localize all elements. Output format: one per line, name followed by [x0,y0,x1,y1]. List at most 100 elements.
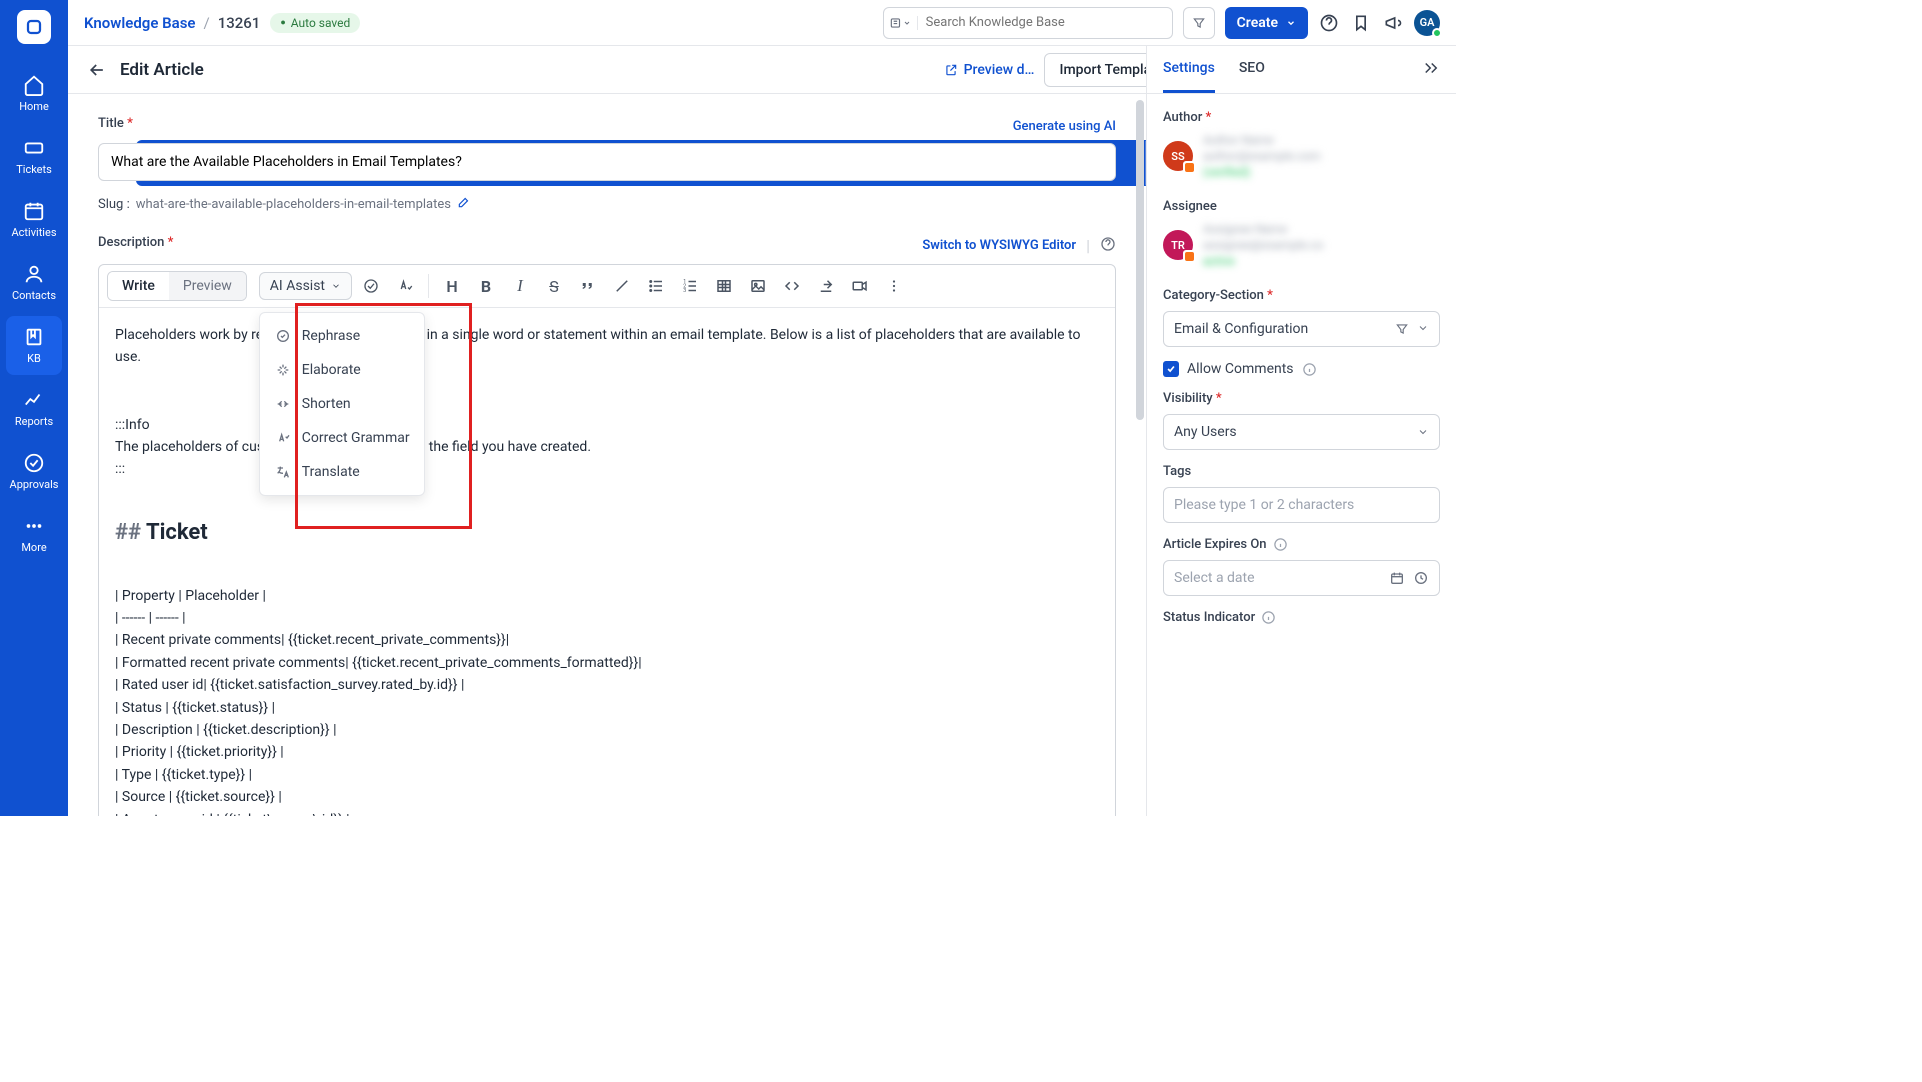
title-label: Title * [98,116,133,131]
tab-settings[interactable]: Settings [1163,46,1215,93]
italic-icon[interactable]: I [505,271,535,301]
chevron-down-icon [331,281,341,291]
search-input[interactable] [918,15,1172,30]
author-label: Author * [1163,110,1440,125]
indent-icon[interactable] [811,271,841,301]
grammar-icon [274,429,292,447]
check-circle-icon [23,452,45,474]
ai-correct[interactable]: Correct Grammar [260,421,424,455]
create-button[interactable]: Create [1225,7,1308,39]
author-row[interactable]: SS Author Nameauthor@example.com(verifie… [1163,133,1440,179]
editor-content[interactable]: Placeholders work by referencing a data … [99,308,1115,816]
hr-icon[interactable] [607,271,637,301]
image-icon[interactable] [743,271,773,301]
nav-approvals[interactable]: Approvals [6,442,62,501]
ticket-icon [23,137,45,159]
right-tabs: Settings SEO [1147,46,1456,94]
nav-contacts[interactable]: Contacts [6,253,62,312]
info-icon[interactable] [1302,362,1317,377]
ai-elaborate[interactable]: Elaborate [260,353,424,387]
shorten-icon [274,395,292,413]
allow-comments-checkbox[interactable]: Allow Comments [1163,361,1440,377]
more-toolbar-icon[interactable] [879,271,909,301]
person-icon [23,263,45,285]
check-icon [1166,364,1176,374]
category-label: Category-Section * [1163,288,1440,303]
external-link-icon [944,63,958,77]
breadcrumb-root[interactable]: Knowledge Base [84,14,195,32]
video-icon[interactable] [845,271,875,301]
help-icon[interactable] [1318,12,1340,34]
nav-tickets[interactable]: Tickets [6,127,62,186]
search-prefix-icon[interactable] [884,16,918,30]
quote-icon[interactable] [573,271,603,301]
clock-icon [1413,570,1429,586]
ol-icon[interactable]: 123 [675,271,705,301]
tab-seo[interactable]: SEO [1239,46,1265,93]
app-logo[interactable] [17,10,51,44]
chart-icon [23,389,45,411]
ai-rephrase[interactable]: Rephrase [260,319,424,353]
calendar-icon [1389,570,1405,586]
calendar-icon [23,200,45,222]
visibility-select[interactable]: Any Users [1163,414,1440,450]
right-panel: Settings SEO Author * SS Author Nameauth… [1146,46,1456,816]
switch-editor-link[interactable]: Switch to WYSIWYG Editor [922,238,1076,253]
info-icon[interactable] [1261,610,1276,625]
category-select[interactable]: Email & Configuration [1163,311,1440,347]
user-avatar[interactable]: GA [1414,10,1440,36]
nav-home[interactable]: Home [6,64,62,123]
edit-slug-icon[interactable] [457,195,471,213]
toolbar-check-icon[interactable] [356,271,386,301]
ai-shorten[interactable]: Shorten [260,387,424,421]
filter-icon [1192,16,1206,30]
chevron-down-icon [1417,426,1429,438]
generate-ai-link[interactable]: Generate using AI [1013,119,1116,134]
tags-input[interactable]: Please type 1 or 2 characters [1163,487,1440,523]
heading-icon[interactable]: H [437,271,467,301]
main-content: Title * Generate using AI Slug : what-ar… [68,94,1146,816]
help-desc-icon[interactable] [1100,236,1116,256]
assignee-row[interactable]: TR Assignee Nameassignee@example.coactiv… [1163,222,1440,268]
title-input[interactable] [98,143,1116,181]
expand-panel-icon[interactable] [1422,59,1440,81]
ai-assist-button[interactable]: AI Assist [259,272,352,300]
breadcrumb-id: 13261 [218,14,261,32]
ul-icon[interactable] [641,271,671,301]
auto-saved-badge: Auto saved [270,13,360,33]
search-box[interactable] [883,7,1173,39]
ai-translate[interactable]: Translate [260,455,424,489]
expires-label: Article Expires On [1163,537,1440,552]
bold-icon[interactable]: B [471,271,501,301]
rephrase-icon [274,327,292,345]
breadcrumb: Knowledge Base / 13261 [84,14,260,32]
translate-icon [274,463,292,481]
megaphone-icon[interactable] [1382,12,1404,34]
nav-more[interactable]: More [6,505,62,564]
write-tab[interactable]: Write [108,272,169,300]
info-icon[interactable] [1273,537,1288,552]
online-status-icon [1432,28,1442,38]
tags-label: Tags [1163,464,1440,479]
preview-link[interactable]: Preview d… [944,62,1035,78]
ai-assist-dropdown: Rephrase Elaborate Shorten Correct Gramm… [259,312,425,496]
toolbar-spellcheck-icon[interactable] [390,271,420,301]
filter-button[interactable] [1183,7,1215,39]
bookmark-icon[interactable] [1350,12,1372,34]
preview-tab[interactable]: Preview [169,272,246,300]
nav-activities[interactable]: Activities [6,190,62,249]
nav-kb[interactable]: KB [6,316,62,375]
scrollbar[interactable] [1136,100,1144,420]
expires-date-input[interactable]: Select a date [1163,560,1440,596]
visibility-label: Visibility * [1163,391,1440,406]
top-header: Knowledge Base / 13261 Auto saved Create… [68,0,1456,46]
slug-value: what-are-the-available-placeholders-in-e… [136,197,451,212]
svg-text:3: 3 [683,288,686,294]
editor: Write Preview AI Assist Rephrase Elabora… [98,264,1116,816]
table-icon[interactable] [709,271,739,301]
nav-reports[interactable]: Reports [6,379,62,438]
back-button[interactable] [84,57,110,83]
strike-icon[interactable]: S [539,271,569,301]
code-icon[interactable] [777,271,807,301]
slug-label: Slug : [98,197,130,212]
